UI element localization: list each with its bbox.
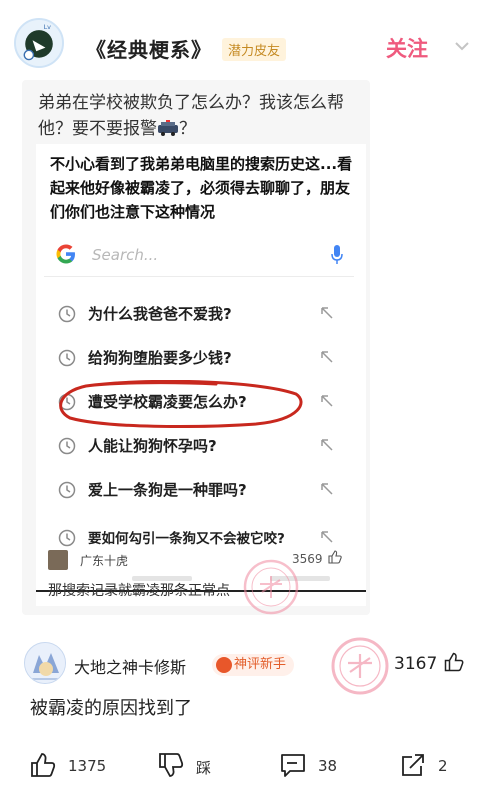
fill-arrow-icon bbox=[321, 351, 333, 363]
comment-button[interactable]: 38 bbox=[280, 752, 350, 782]
fill-arrow-icon bbox=[321, 531, 333, 543]
suggestion-text: 为什么我爸爸不爱我? bbox=[88, 305, 232, 323]
chevron-down-icon[interactable] bbox=[454, 40, 470, 52]
search-suggestion: 爱上一条狗是一种罪吗? bbox=[36, 472, 366, 508]
reply-author[interactable]: 广东十虎 bbox=[80, 552, 128, 569]
thumbs-up-icon[interactable] bbox=[328, 550, 342, 564]
history-clock-icon bbox=[58, 481, 76, 499]
action-bar: 1375 踩 38 2 bbox=[0, 740, 491, 800]
god-comment-newbie-badge: 神评新手 bbox=[212, 654, 295, 676]
thumbs-up-icon bbox=[31, 753, 56, 777]
header: Lv 《经典梗系》 潜力皮友 关注 bbox=[0, 0, 491, 80]
comment-text: 被霸凌的原因找到了 bbox=[30, 698, 192, 719]
search-divider bbox=[44, 276, 354, 277]
search-history-screenshot[interactable]: 不小心看到了我弟弟电脑里的搜索历史这...看起来他好像被霸凌了，必须得去聊聊了，… bbox=[36, 144, 366, 606]
suggestion-text: 人能让狗狗怀孕吗? bbox=[88, 437, 217, 455]
suggestion-text: 爱上一条狗是一种罪吗? bbox=[88, 481, 247, 499]
comment-bubble-icon bbox=[281, 754, 305, 777]
google-logo-icon bbox=[56, 244, 75, 264]
google-search-bar: Search... bbox=[44, 238, 356, 272]
topic-title[interactable]: 《经典梗系》 bbox=[86, 34, 212, 63]
reply-avatar[interactable] bbox=[48, 550, 68, 570]
commenter-name[interactable]: 大地之神卡修斯 bbox=[74, 654, 186, 678]
suggestion-text: 遭受学校霸凌要怎么办? bbox=[88, 393, 247, 411]
medal-icon bbox=[216, 657, 232, 673]
search-suggestion: 给狗狗堕胎要多少钱? bbox=[36, 340, 366, 376]
police-car-emoji-icon bbox=[158, 120, 178, 136]
share-count: 2 bbox=[438, 757, 448, 775]
topic-badge: 潜力皮友 bbox=[222, 38, 287, 61]
commenter-avatar[interactable] bbox=[24, 642, 66, 684]
microphone-icon bbox=[331, 245, 343, 264]
search-suggestion: 为什么我爸爸不爱我? bbox=[36, 296, 366, 332]
history-clock-icon bbox=[58, 529, 76, 547]
comment-count: 38 bbox=[318, 757, 338, 775]
topic-avatar[interactable]: Lv bbox=[14, 18, 64, 68]
share-button[interactable]: 2 bbox=[400, 752, 460, 782]
like-button[interactable]: 1375 bbox=[30, 752, 120, 782]
topic-avatar-image: Lv bbox=[16, 20, 62, 66]
screenshot-caption: 不小心看到了我弟弟电脑里的搜索历史这...看起来他好像被霸凌了，必须得去聊聊了，… bbox=[50, 155, 353, 221]
question-suffix: ？ bbox=[179, 119, 196, 139]
god-comment-stamp-icon bbox=[243, 559, 299, 615]
search-suggestion-highlighted: 遭受学校霸凌要怎么办? bbox=[36, 384, 366, 420]
comment: 大地之神卡修斯 神评新手 3167 被霸凌的原因找到了 bbox=[0, 630, 491, 730]
comment-like-count: 3167 bbox=[394, 654, 438, 674]
thumbs-up-icon[interactable] bbox=[444, 652, 464, 672]
history-clock-icon bbox=[58, 393, 76, 411]
fill-arrow-icon bbox=[321, 395, 333, 407]
commenter-avatar-image bbox=[25, 643, 65, 683]
like-count: 1375 bbox=[68, 757, 107, 775]
suggestion-text: 给狗狗堕胎要多少钱? bbox=[88, 349, 232, 367]
badge-label: 神评新手 bbox=[234, 657, 287, 672]
svg-text:Lv: Lv bbox=[44, 23, 52, 31]
search-placeholder: Search... bbox=[92, 246, 159, 264]
quoted-question: 弟弟在学校被欺负了怎么办？我该怎么帮他？要不要报警？ bbox=[38, 90, 362, 142]
history-clock-icon bbox=[58, 349, 76, 367]
history-clock-icon bbox=[58, 305, 76, 323]
reply-text: 那搜索记录就霸凌那条正常点 bbox=[48, 583, 230, 599]
follow-button[interactable]: 关注 bbox=[386, 33, 428, 63]
dislike-label: 踩 bbox=[196, 759, 212, 777]
dislike-button[interactable]: 踩 bbox=[158, 752, 228, 782]
fill-arrow-icon bbox=[321, 483, 333, 495]
quoted-post-card[interactable]: 弟弟在学校被欺负了怎么办？我该怎么帮他？要不要报警？ 不小心看到了我弟弟电脑里的… bbox=[22, 80, 370, 615]
hot-reply[interactable]: 广东十虎 3569 那搜索记录就霸凌那条正常点 bbox=[38, 546, 358, 606]
fill-arrow-icon bbox=[321, 439, 333, 451]
thumbs-down-icon bbox=[159, 753, 184, 777]
fill-arrow-icon bbox=[321, 307, 333, 319]
suggestion-text: 要如何勾引一条狗又不会被它咬? bbox=[88, 531, 285, 547]
search-suggestion: 人能让狗狗怀孕吗? bbox=[36, 428, 366, 464]
share-icon bbox=[402, 754, 424, 776]
history-clock-icon bbox=[58, 437, 76, 455]
god-comment-stamp-icon bbox=[331, 637, 389, 695]
